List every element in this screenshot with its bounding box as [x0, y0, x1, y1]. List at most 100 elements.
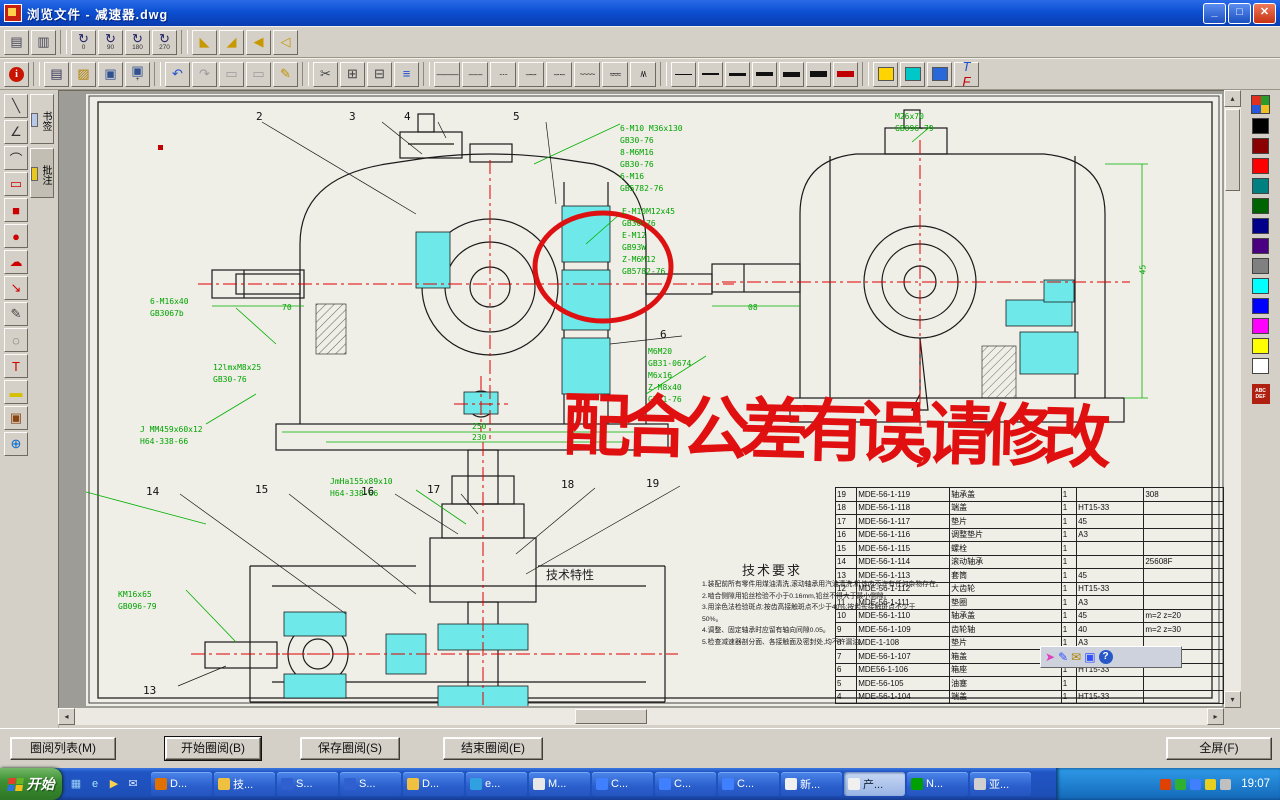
layers-button[interactable]: ≡ [394, 62, 419, 87]
tab-annotations[interactable]: 批注 [30, 148, 54, 198]
scroll-right-button[interactable]: ▸ [1207, 708, 1224, 725]
start-button[interactable]: 开始 [0, 768, 62, 800]
mirror-vertical-button[interactable]: ◢ [219, 30, 244, 55]
end-review-button[interactable]: 结束圈阅(E) [443, 737, 543, 760]
color-swatch-3[interactable] [1252, 178, 1269, 194]
rotate-90-button[interactable]: ↻90 [98, 30, 123, 55]
task-button-10[interactable]: 新... [781, 772, 842, 796]
color-swatch-1[interactable] [1252, 138, 1269, 154]
lineweight-6-button[interactable] [806, 62, 831, 87]
color-swatch-9[interactable] [1252, 298, 1269, 314]
color-swatch-4[interactable] [1252, 198, 1269, 214]
tool-arc[interactable]: ⌒ [4, 146, 28, 170]
lineweight-1-button[interactable] [671, 62, 696, 87]
view-facing-pages-button[interactable]: ▥ [31, 30, 56, 55]
color-swatch-5[interactable] [1252, 218, 1269, 234]
layer-yellow-button[interactable] [873, 62, 898, 87]
color-swatch-6[interactable] [1252, 238, 1269, 254]
pan-button[interactable]: ▭ [246, 62, 271, 87]
maximize-button[interactable]: □ [1228, 3, 1251, 24]
mini-arrow-button[interactable]: ➤ [1045, 649, 1055, 665]
linetype-dashdot-button[interactable]: –·–· [518, 62, 544, 87]
tool-rect[interactable]: ▭ [4, 172, 28, 196]
fullscreen-button[interactable]: 全屏(F) [1166, 737, 1272, 760]
task-button-12[interactable]: N... [907, 772, 968, 796]
start-review-button[interactable]: 开始圈阅(B) [165, 737, 261, 760]
color-swatch-7[interactable] [1252, 258, 1269, 274]
rotate-180-button[interactable]: ↻180 [125, 30, 150, 55]
mini-mail-button[interactable]: ✉ [1071, 649, 1081, 665]
mini-save-button[interactable]: ▣ [1084, 649, 1095, 665]
linetype-dash-button[interactable]: – – – [462, 62, 488, 87]
print-button[interactable]: ▤ [44, 62, 69, 87]
review-list-button[interactable]: 圈阅列表(M) [10, 737, 116, 760]
save-button[interactable]: ▣ [98, 62, 123, 87]
task-button-6[interactable]: M... [529, 772, 590, 796]
mini-pen-button[interactable]: ✎ [1058, 649, 1068, 665]
close-button[interactable]: ✕ [1253, 3, 1276, 24]
color-swatch-12[interactable] [1252, 358, 1269, 374]
tray-icon[interactable] [1160, 779, 1171, 790]
vertical-scroll-thumb[interactable] [1225, 109, 1240, 191]
color-swatch-11[interactable] [1252, 338, 1269, 354]
tray-icon[interactable] [1175, 779, 1186, 790]
tool-line[interactable]: ╲ [4, 94, 28, 118]
task-button-0[interactable]: D... [151, 772, 212, 796]
linetype-solid-button[interactable]: ——— [434, 62, 460, 87]
minimize-button[interactable]: _ [1203, 3, 1226, 24]
zoom-window-button[interactable]: ▭ [219, 62, 244, 87]
rotate-0-button[interactable]: ↻0 [71, 30, 96, 55]
drawing-canvas[interactable]: 6-M10 M36x130GB30-768-M6M16GB30-766-M16G… [58, 90, 1224, 708]
task-button-7[interactable]: C... [592, 772, 653, 796]
tool-hyperlink[interactable]: ⊕ [4, 432, 28, 456]
multi-color-icon[interactable] [1251, 95, 1270, 114]
tray-icon[interactable] [1205, 779, 1216, 790]
ql-desktop-icon[interactable]: ▦ [68, 776, 84, 792]
tool-highlight[interactable]: ▬ [4, 380, 28, 404]
tool-lasso[interactable]: ◌ [4, 328, 28, 352]
copy-button[interactable]: ⊞ [340, 62, 365, 87]
task-button-1[interactable]: 技... [214, 772, 275, 796]
color-swatch-2[interactable] [1252, 158, 1269, 174]
color-swatch-0[interactable] [1252, 118, 1269, 134]
lineweight-3-button[interactable] [725, 62, 750, 87]
scroll-left-button[interactable]: ◂ [58, 708, 75, 725]
undo-button[interactable]: ↶ [165, 62, 190, 87]
tool-text[interactable]: T [4, 354, 28, 378]
task-button-5[interactable]: e... [466, 772, 527, 796]
tray-icon[interactable] [1190, 779, 1201, 790]
flip-left-button[interactable]: ◀ [246, 30, 271, 55]
tab-bookmarks[interactable]: 书签 [30, 94, 54, 144]
tray-icon[interactable] [1220, 779, 1231, 790]
task-button-11[interactable]: 产... [844, 772, 905, 796]
cut-button[interactable]: ✂ [313, 62, 338, 87]
tool-filled-rect[interactable]: ■ [4, 198, 28, 222]
tool-filled-ellipse[interactable]: ● [4, 224, 28, 248]
text-format-button[interactable]: TF [954, 62, 979, 87]
tool-polyline[interactable]: ∠ [4, 120, 28, 144]
ql-mail-icon[interactable]: ✉ [125, 776, 141, 792]
lineweight-4-button[interactable] [752, 62, 777, 87]
save-review-button[interactable]: 保存圈阅(S) [300, 737, 400, 760]
tool-revision-cloud[interactable]: ☁ [4, 250, 28, 274]
layer-cyan-button[interactable] [900, 62, 925, 87]
tool-arrow[interactable]: ↘ [4, 276, 28, 300]
task-button-8[interactable]: C... [655, 772, 716, 796]
task-button-13[interactable]: 亚... [970, 772, 1031, 796]
redo-button[interactable]: ↷ [192, 62, 217, 87]
mirror-horizontal-button[interactable]: ◣ [192, 30, 217, 55]
save-as-button[interactable]: ▣+ [125, 62, 150, 87]
about-button[interactable]: i [4, 62, 29, 87]
lineweight-2-button[interactable] [698, 62, 723, 87]
color-swatch-10[interactable] [1252, 318, 1269, 334]
task-button-4[interactable]: D... [403, 772, 464, 796]
color-swatch-8[interactable] [1252, 278, 1269, 294]
linetype-doublewave-button[interactable]: ≈≈≈ [602, 62, 628, 87]
linetype-dot-button[interactable]: ····· [490, 62, 516, 87]
flip-right-button[interactable]: ◁ [273, 30, 298, 55]
ql-media-icon[interactable]: ▶ [106, 776, 122, 792]
task-button-9[interactable]: C... [718, 772, 779, 796]
mini-help-button[interactable]: ? [1099, 650, 1113, 664]
task-button-3[interactable]: S... [340, 772, 401, 796]
scroll-up-button[interactable]: ▴ [1224, 90, 1241, 107]
